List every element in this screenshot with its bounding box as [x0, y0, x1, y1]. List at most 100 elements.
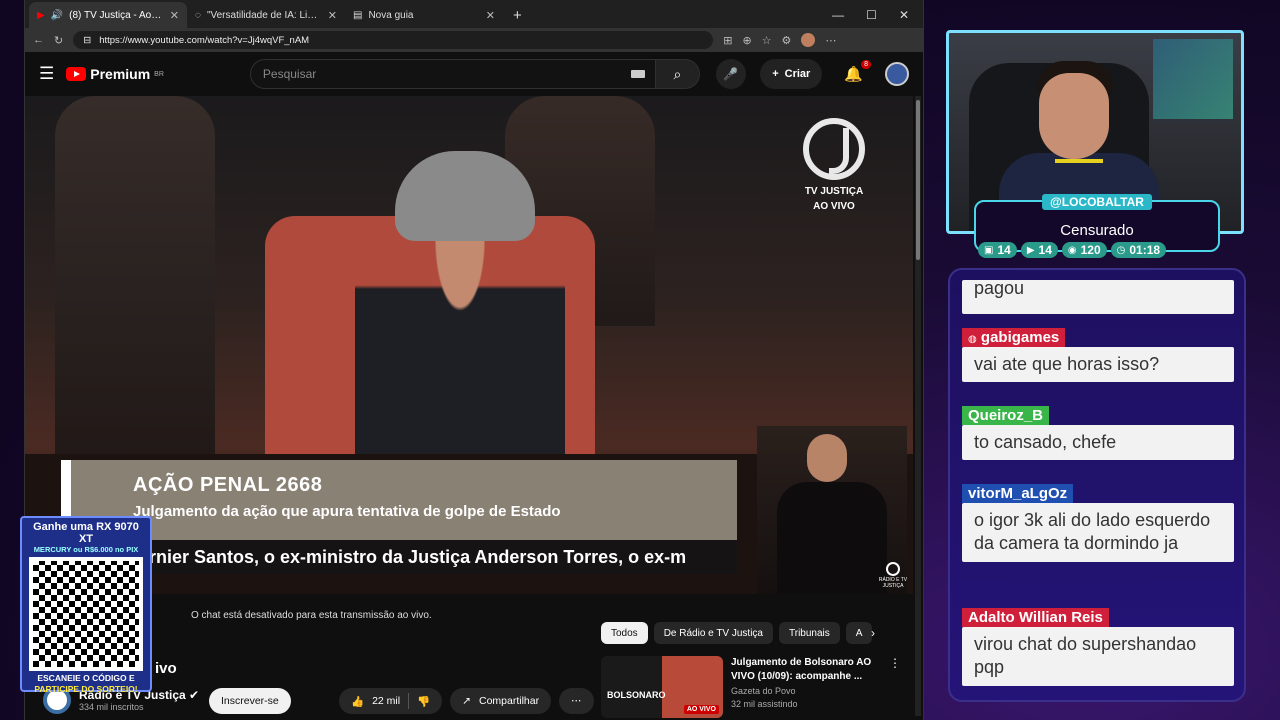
youtube-icon: ▶: [1026, 244, 1035, 256]
reload-icon[interactable]: ↻: [54, 34, 63, 47]
chip-partial[interactable]: A: [845, 622, 873, 644]
bell-icon: 🔔: [844, 66, 863, 83]
dislike-icon[interactable]: 👎: [417, 695, 430, 708]
scrollbar-thumb[interactable]: [916, 100, 920, 260]
notifications-button[interactable]: 🔔 8: [844, 60, 871, 83]
giveaway-cta-1: ESCANEIE O CÓDIGO E: [37, 673, 135, 683]
share-icon: ↗: [462, 695, 471, 707]
eye-icon: ◉: [1067, 244, 1077, 256]
stat-twitch: ▣ 14: [978, 242, 1017, 258]
close-tab-icon[interactable]: ✕: [328, 9, 337, 22]
zoom-icon[interactable]: ⊕: [742, 34, 751, 47]
keyboard-icon[interactable]: [630, 70, 645, 78]
lower-third-title: AÇÃO PENAL 2668: [133, 474, 323, 496]
webcam-streamer-head: [1039, 73, 1109, 159]
news-ticker: rnier Santos, o ex-ministro da Justiça A…: [61, 540, 737, 574]
account-avatar[interactable]: [885, 62, 909, 86]
giveaway-qr-overlay: Ganhe uma RX 9070 XT MERCURY ou R$6.000 …: [20, 516, 152, 694]
site-info-icon[interactable]: ⊟: [83, 35, 91, 46]
below-video-section: O chat está desativado para esta transmi…: [25, 598, 913, 720]
minimize-button[interactable]: —: [832, 8, 844, 22]
chat-message-text: to cansado, chefe: [962, 425, 1234, 461]
search-box: Pesquisar ⌕: [249, 59, 700, 89]
stat-value: 01:18: [1129, 243, 1161, 257]
tab-bar: ▶ 🔊 (8) TV Justiça - Ao vivo - YouTube ✕…: [25, 0, 923, 28]
browser-window: ▶ 🔊 (8) TV Justiça - Ao vivo - YouTube ✕…: [24, 0, 924, 720]
apps-icon[interactable]: ⊞: [723, 34, 732, 47]
create-button[interactable]: + Criar: [760, 59, 823, 89]
stream-stats: ▣ 14 ▶ 14 ◉ 120 ◷ 01:18: [978, 242, 1167, 258]
watermark-icon: [886, 562, 900, 576]
live-badge: AO VIVO: [683, 705, 719, 714]
region-code: BR: [154, 70, 164, 78]
youtube-logo[interactable]: Premium BR: [66, 66, 164, 82]
profile-avatar[interactable]: [801, 33, 816, 47]
share-button[interactable]: ↗ Compartilhar: [450, 688, 552, 714]
video-person-left: [55, 96, 215, 456]
chat-message: ◍ gabigames vai ate que horas isso?: [962, 328, 1234, 383]
chat-badge-icon: ◍: [968, 334, 977, 345]
chip-radio-tv-justica[interactable]: De Rádio e TV Justiça: [653, 622, 773, 644]
chip-todos[interactable]: Todos: [601, 622, 648, 644]
tab-versatilidade[interactable]: ◌ "Versatilidade de IA: Limitações e ✕: [187, 2, 345, 28]
address-bar[interactable]: ⊟ https://www.youtube.com/watch?v=Jj4wqV…: [73, 31, 714, 49]
recommended-channel[interactable]: Gazeta do Povo: [731, 686, 881, 696]
tab-label: Nova guia: [368, 9, 414, 21]
like-icon[interactable]: 👍: [351, 695, 364, 708]
video-player[interactable]: TV JUSTIÇA AO VIVO AÇÃO PENAL 2668 Julga…: [25, 96, 913, 594]
more-actions-button[interactable]: ⋯: [559, 688, 594, 714]
chat-username: ◍ gabigames: [962, 328, 1066, 347]
tab-nova-guia[interactable]: ▤ Nova guia ✕: [345, 2, 503, 28]
new-tab-button[interactable]: +: [503, 7, 532, 28]
recommended-title[interactable]: Julgamento de Bolsonaro AO VIVO (10/09):…: [731, 656, 881, 683]
watermark-text: RÁDIO E TV JUSTIÇA: [878, 577, 908, 589]
favorite-icon[interactable]: ☆: [762, 34, 772, 47]
notification-badge: 8: [861, 60, 871, 69]
close-tab-icon[interactable]: ✕: [486, 9, 495, 22]
filter-chips: Todos De Rádio e TV Justiça Tribunais A: [601, 622, 873, 644]
verified-icon: ✔: [189, 688, 200, 702]
video-actions: 👍 22 mil 👎 ↗ Compartilhar ⋯: [339, 688, 594, 714]
search-input[interactable]: Pesquisar: [249, 59, 656, 89]
recommended-video[interactable]: BOLSONARO AO VIVO Julgamento de Bolsonar…: [601, 656, 901, 718]
stream-status: Censurado: [1060, 222, 1134, 239]
search-placeholder: Pesquisar: [262, 67, 317, 81]
extensions-icon[interactable]: ⚙: [782, 34, 792, 47]
more-vert-icon[interactable]: ⋮: [889, 656, 901, 718]
tv-justica-logo: TV JUSTIÇA AO VIVO: [801, 118, 867, 214]
stat-viewers: ◉ 120: [1061, 242, 1107, 258]
giveaway-title: Ganhe uma RX 9070 XT: [33, 521, 139, 545]
giveaway-subtitle: MERCURY ou R$6.000 no PIX: [33, 545, 139, 554]
url-text: https://www.youtube.com/watch?v=Jj4wqVF_…: [99, 34, 310, 46]
logo-text: Premium: [90, 66, 151, 82]
youtube-favicon-icon: ▶: [37, 9, 45, 21]
back-icon[interactable]: ←: [33, 34, 44, 46]
chat-username: Adalto Willian Reis: [962, 608, 1109, 627]
chip-tribunais[interactable]: Tribunais: [779, 622, 840, 644]
close-tab-icon[interactable]: ✕: [170, 9, 179, 22]
close-window-button[interactable]: ✕: [899, 8, 909, 22]
plus-icon: +: [772, 68, 779, 80]
chat-disabled-notice: O chat está desativado para esta transmi…: [191, 610, 432, 621]
speaker-icon[interactable]: 🔊: [51, 10, 63, 21]
clock-icon: ◷: [1116, 244, 1126, 256]
maximize-button[interactable]: ☐: [866, 8, 877, 22]
subscribe-button[interactable]: Inscrever-se: [209, 688, 291, 714]
stat-value: 14: [997, 243, 1011, 257]
address-bar-row: ← ↻ ⊟ https://www.youtube.com/watch?v=Jj…: [25, 28, 923, 52]
recommended-thumbnail[interactable]: BOLSONARO AO VIVO: [601, 656, 723, 718]
tab-tv-justica[interactable]: ▶ 🔊 (8) TV Justiça - Ao vivo - YouTube ✕: [29, 2, 187, 28]
giveaway-cta-2: PARTICIPE DO SORTEIO!: [34, 683, 138, 694]
tv-justica-logo-icon: [803, 118, 865, 180]
menu-icon[interactable]: ☰: [39, 64, 54, 84]
search-icon: ⌕: [673, 65, 682, 82]
stat-uptime: ◷ 01:18: [1110, 242, 1167, 258]
watermark: RÁDIO E TV JUSTIÇA: [873, 562, 913, 589]
voice-search-button[interactable]: 🎤: [715, 59, 746, 89]
qr-code: [29, 557, 143, 671]
interpreter-body: [777, 482, 887, 594]
more-icon[interactable]: ⋯: [825, 34, 836, 47]
like-count[interactable]: 22 mil: [372, 695, 400, 707]
search-button[interactable]: ⌕: [655, 59, 700, 89]
chevron-right-icon[interactable]: ›: [871, 626, 875, 640]
